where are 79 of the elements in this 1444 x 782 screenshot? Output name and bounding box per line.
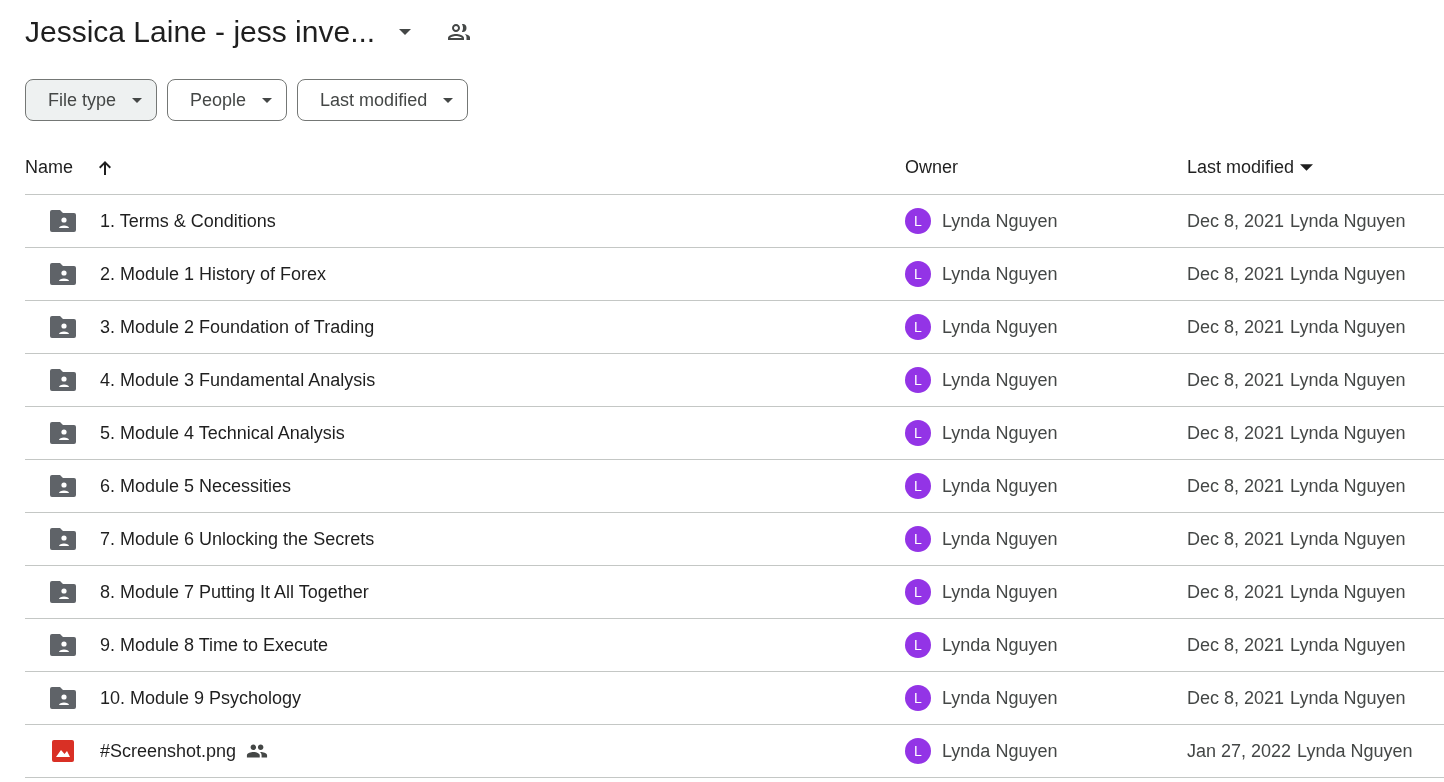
owner-name: Lynda Nguyen <box>942 475 1058 497</box>
modified-date: Dec 8, 2021 <box>1187 581 1285 603</box>
owner-name: Lynda Nguyen <box>942 740 1058 762</box>
avatar: L <box>905 526 931 552</box>
caret-icon[interactable] <box>1300 164 1314 171</box>
avatar: L <box>905 473 931 499</box>
folder-title: Jessica Laine - jess inve... <box>25 15 376 49</box>
file-name[interactable]: 5. Module 4 Technical Analysis <box>100 422 345 444</box>
shared-folder-icon <box>50 369 76 391</box>
modified-date: Dec 8, 2021 <box>1187 369 1285 391</box>
owner-name: Lynda Nguyen <box>942 263 1058 285</box>
avatar: L <box>905 579 931 605</box>
shared-folder-icon <box>50 422 76 444</box>
owner-name: Lynda Nguyen <box>942 316 1058 338</box>
modified-by: Lynda Nguyen <box>1290 316 1406 338</box>
shared-folder-icon <box>50 634 76 656</box>
avatar: L <box>905 208 931 234</box>
modified-by: Lynda Nguyen <box>1297 740 1413 762</box>
avatar: L <box>905 367 931 393</box>
file-name[interactable]: 2. Module 1 History of Forex <box>100 263 327 285</box>
avatar: L <box>905 632 931 658</box>
owner-name: Lynda Nguyen <box>942 581 1058 603</box>
modified-by: Lynda Nguyen <box>1290 581 1406 603</box>
shared-folder-icon <box>50 528 76 550</box>
filter-chip[interactable]: Last modified <box>297 79 469 121</box>
modified-date: Dec 8, 2021 <box>1187 634 1285 656</box>
modified-date: Dec 8, 2021 <box>1187 475 1285 497</box>
shared-folder-icon <box>50 475 76 497</box>
column-header[interactable]: Last modified <box>1187 157 1295 178</box>
modified-date: Dec 8, 2021 <box>1187 422 1285 444</box>
file-name[interactable]: 4. Module 3 Fundamental Analysis <box>100 369 376 391</box>
file-name[interactable]: 3. Module 2 Foundation of Trading <box>100 316 375 338</box>
modified-date: Dec 8, 2021 <box>1187 263 1285 285</box>
file-name[interactable]: 10. Module 9 Psychology <box>100 687 302 709</box>
owner-name: Lynda Nguyen <box>942 369 1058 391</box>
modified-date: Dec 8, 2021 <box>1187 687 1285 709</box>
caret-icon <box>443 97 454 103</box>
modified-date: Jan 27, 2022 <box>1187 740 1292 762</box>
modified-by: Lynda Nguyen <box>1290 687 1406 709</box>
shared-folder-icon <box>50 263 76 285</box>
file-name[interactable]: 6. Module 5 Necessities <box>100 475 292 497</box>
shared-folder-icon <box>50 316 76 338</box>
owner-name: Lynda Nguyen <box>942 634 1058 656</box>
shared-folder-icon <box>50 687 76 709</box>
modified-by: Lynda Nguyen <box>1290 422 1406 444</box>
caret-icon <box>262 97 273 103</box>
modified-date: Dec 8, 2021 <box>1187 528 1285 550</box>
up-arrow-icon[interactable] <box>97 159 113 176</box>
owner-name: Lynda Nguyen <box>942 210 1058 232</box>
file-name[interactable]: 8. Module 7 Putting It All Together <box>100 581 369 603</box>
avatar: L <box>905 738 931 764</box>
image-file-icon <box>52 740 74 762</box>
caret-icon[interactable] <box>399 29 412 35</box>
column-header[interactable]: Owner <box>905 157 958 178</box>
owner-name: Lynda Nguyen <box>942 422 1058 444</box>
modified-by: Lynda Nguyen <box>1290 634 1406 656</box>
file-name[interactable]: 9. Module 8 Time to Execute <box>100 634 329 656</box>
shared-folder-icon <box>50 210 76 232</box>
owner-name: Lynda Nguyen <box>942 528 1058 550</box>
modified-date: Dec 8, 2021 <box>1187 210 1285 232</box>
avatar: L <box>905 420 931 446</box>
modified-by: Lynda Nguyen <box>1290 475 1406 497</box>
shared-folder-icon <box>50 581 76 603</box>
modified-date: Dec 8, 2021 <box>1187 316 1285 338</box>
file-name[interactable]: 7. Module 6 Unlocking the Secrets <box>100 528 375 550</box>
column-header[interactable]: Name <box>25 157 73 178</box>
file-name[interactable]: 1. Terms & Conditions <box>100 210 276 232</box>
caret-icon <box>132 97 143 103</box>
avatar: L <box>905 314 931 340</box>
file-name[interactable]: #Screenshot.png <box>100 740 237 762</box>
avatar: L <box>905 685 931 711</box>
modified-by: Lynda Nguyen <box>1290 369 1406 391</box>
modified-by: Lynda Nguyen <box>1290 263 1406 285</box>
modified-by: Lynda Nguyen <box>1290 528 1406 550</box>
owner-name: Lynda Nguyen <box>942 687 1058 709</box>
avatar: L <box>905 261 931 287</box>
filter-chip[interactable]: People <box>167 79 288 121</box>
filter-chip[interactable]: File type <box>25 79 158 121</box>
modified-by: Lynda Nguyen <box>1290 210 1406 232</box>
